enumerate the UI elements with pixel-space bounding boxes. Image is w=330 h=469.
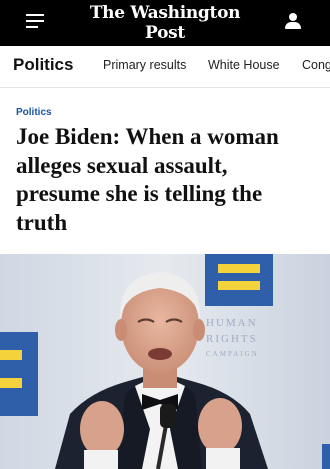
svg-text:HUMAN: HUMAN bbox=[206, 317, 258, 329]
hrc-backdrop-text: HUMAN RIGHTS CAMPAIGN bbox=[206, 317, 259, 358]
nav-link-congress[interactable]: Cong bbox=[302, 58, 330, 72]
svg-text:RIGHTS: RIGHTS bbox=[206, 333, 258, 345]
article-photo[interactable]: HUMAN RIGHTS CAMPAIGN bbox=[0, 254, 330, 469]
nav-link-primary-results[interactable]: Primary results bbox=[103, 58, 186, 72]
nav-link-white-house[interactable]: White House bbox=[208, 58, 280, 72]
article-kicker[interactable]: Politics bbox=[16, 107, 52, 118]
user-account-icon[interactable] bbox=[284, 13, 302, 31]
hrc-logo-right bbox=[205, 254, 273, 306]
speaker-photo: HUMAN RIGHTS CAMPAIGN bbox=[0, 254, 330, 469]
svg-text:CAMPAIGN: CAMPAIGN bbox=[206, 350, 259, 358]
top-bar: The Washington Post Democracy Dies in Da… bbox=[0, 0, 330, 58]
hrc-logo-left bbox=[0, 332, 38, 416]
hamburger-menu-icon[interactable] bbox=[26, 12, 46, 30]
section-title[interactable]: Politics bbox=[13, 55, 73, 75]
masthead-logo[interactable]: The Washington Post bbox=[70, 3, 260, 43]
section-nav: Politics Primary results White House Con… bbox=[0, 46, 330, 88]
article-headline: Joe Biden: When a woman alleges sexual a… bbox=[16, 124, 279, 235]
